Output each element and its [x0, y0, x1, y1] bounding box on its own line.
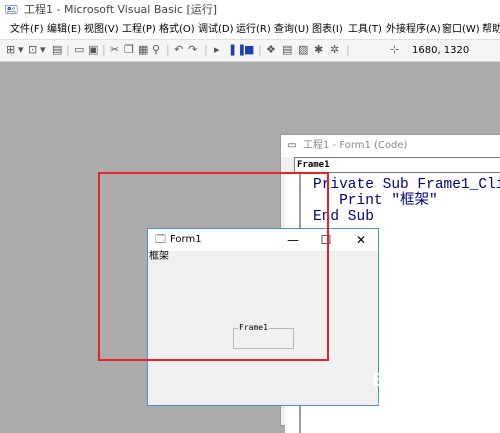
close-button[interactable]: ✕ [344, 229, 378, 251]
menu-edit[interactable]: 编辑(E) [47, 23, 81, 36]
menu-tools[interactable]: 工具(T) [348, 23, 382, 36]
object-combo-value: Frame1 [297, 160, 330, 170]
form-layout-icon[interactable]: ▨ [298, 43, 308, 57]
menu-window[interactable]: 窗口(W) [442, 23, 480, 36]
end-icon[interactable]: ■ [244, 43, 254, 57]
toolbar-separator: | [66, 43, 70, 56]
code-window-title-bar[interactable]: ▭ 工程1 - Form1 (Code) [281, 135, 500, 157]
start-icon[interactable]: ▸ [214, 43, 220, 57]
toolbar-separator: | [102, 43, 106, 56]
code-window-icon: ▭ [287, 140, 297, 151]
dropdown-arrow-icon[interactable]: ▾ [18, 43, 24, 57]
menu-addins[interactable]: 外接程序(A) [386, 23, 441, 36]
annotation-highlight-rectangle [98, 172, 329, 361]
paste-icon[interactable]: ▦ [138, 43, 148, 57]
watermark-logo: Bai❀经验 [372, 370, 456, 391]
menu-help[interactable]: 帮助 [482, 23, 500, 36]
ide-window-title: 工程1 - Microsoft Visual Basic [运行] [24, 3, 218, 16]
position-icon: ⊹ [390, 43, 400, 56]
toolbox-icon[interactable]: ✲ [330, 43, 339, 57]
baidu-watermark: Bai❀经验 jingyan.baidu.com [372, 370, 496, 414]
dropdown-arrow-icon[interactable]: ▾ [40, 43, 46, 57]
add-form-icon[interactable]: ⊡ [28, 43, 37, 57]
standard-toolbar: ⊞ ▾ ⊡ ▾ ▤ | ▭ ▣ | ✂ ❐ ▦ ⚲ | ↶ ↷ | ▸ ❚❚ ■… [0, 40, 500, 62]
menu-query[interactable]: 查询(U) [274, 23, 309, 36]
save-project-icon[interactable]: ▣ [88, 43, 98, 57]
menu-view[interactable]: 视图(V) [84, 23, 119, 36]
add-project-icon[interactable]: ⊞ [6, 43, 15, 57]
position-readout: 1680, 1320 [412, 45, 470, 56]
menu-diagram[interactable]: 图表(I) [312, 23, 343, 36]
vb-project-icon: 🖭 [5, 3, 18, 16]
copy-icon[interactable]: ❐ [124, 43, 134, 57]
object-combo-box[interactable]: Frame1 [294, 157, 500, 173]
ide-title-bar: 🖭 工程1 - Microsoft Visual Basic [运行] [0, 0, 500, 20]
code-line: Private Sub Frame1_Clic [313, 177, 500, 193]
toolbar-separator: | [346, 43, 350, 56]
object-browser-icon[interactable]: ✱ [314, 43, 323, 57]
undo-icon[interactable]: ↶ [174, 43, 183, 57]
code-window-title: 工程1 - Form1 (Code) [303, 140, 408, 151]
cut-icon[interactable]: ✂ [110, 43, 119, 57]
find-icon[interactable]: ⚲ [152, 43, 160, 57]
open-project-icon[interactable]: ▭ [74, 43, 84, 57]
menu-editor-icon[interactable]: ▤ [52, 43, 62, 57]
menu-debug[interactable]: 调试(D) [198, 23, 234, 36]
code-line: Print "框架" [313, 193, 438, 209]
watermark-url: jingyan.baidu.com [378, 394, 471, 405]
menu-bar: 文件(F) 编辑(E) 视图(V) 工程(P) 格式(O) 调试(D) 运行(R… [0, 20, 500, 40]
toolbar-separator: | [204, 43, 208, 56]
project-explorer-icon[interactable]: ❖ [266, 43, 276, 57]
menu-format[interactable]: 格式(O) [159, 23, 195, 36]
menu-run[interactable]: 运行(R) [236, 23, 271, 36]
redo-icon[interactable]: ↷ [188, 43, 197, 57]
toolbar-separator: | [258, 43, 262, 56]
menu-project[interactable]: 工程(P) [122, 23, 156, 36]
toolbar-separator: | [166, 43, 170, 56]
properties-window-icon[interactable]: ▤ [282, 43, 292, 57]
menu-file[interactable]: 文件(F) [10, 23, 44, 36]
